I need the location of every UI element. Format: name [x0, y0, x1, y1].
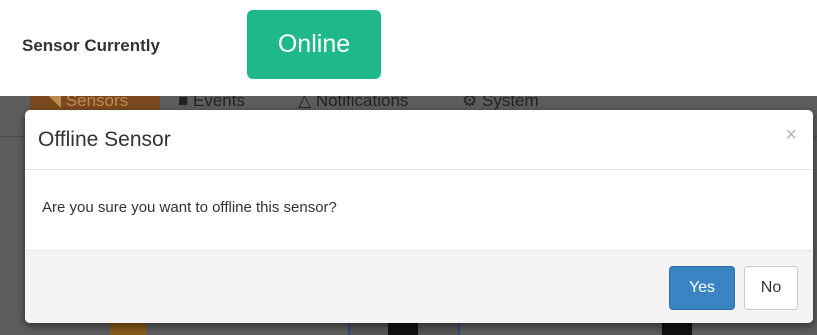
sensor-status-label: Sensor Currently	[22, 36, 160, 55]
sensor-status-bar: Sensor Currently Online	[0, 0, 817, 96]
book-icon: ■	[178, 96, 189, 110]
close-icon[interactable]: ×	[785, 124, 797, 147]
tab-sensors: ◥ Sensors	[30, 96, 160, 110]
dialog-message: Are you sure you want to offline this se…	[42, 199, 337, 216]
no-button[interactable]: No	[744, 266, 798, 310]
tab-label: Sensors	[65, 96, 129, 110]
sensor-status-badge: Online	[247, 10, 381, 79]
dialog-body: Are you sure you want to offline this se…	[25, 170, 813, 250]
tab-system: ⚙ System	[462, 96, 539, 110]
dialog-footer: Yes No	[25, 250, 813, 323]
tab-label: Events	[193, 96, 245, 110]
tab-label: System	[481, 96, 539, 110]
offline-sensor-dialog: Offline Sensor × Are you sure you want t…	[25, 110, 813, 323]
signal-icon: ◥	[48, 96, 62, 110]
tab-label: Notifications	[315, 96, 409, 110]
dialog-title: Offline Sensor	[38, 128, 171, 151]
gears-icon: ⚙	[462, 96, 478, 110]
tab-events: ■ Events	[178, 96, 245, 110]
tab-notifications: △ Notifications	[298, 96, 409, 110]
bell-icon: △	[298, 96, 312, 110]
yes-button[interactable]: Yes	[669, 266, 735, 310]
dialog-header: Offline Sensor ×	[25, 110, 813, 170]
